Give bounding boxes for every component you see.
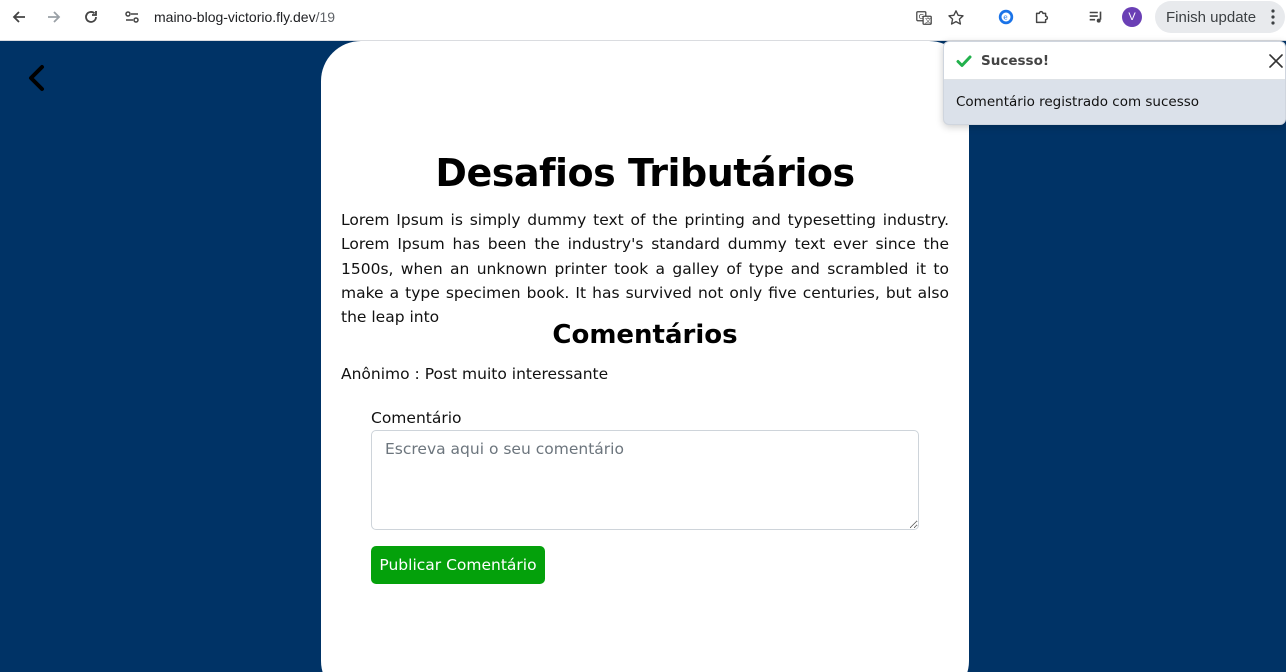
url-domain: maino-blog-victorio.fly.dev <box>154 9 316 25</box>
finish-update-label: Finish update <box>1166 8 1257 26</box>
menu-dots-icon <box>1271 9 1275 25</box>
comment-textarea[interactable] <box>371 430 919 530</box>
translate-icon[interactable]: G文 <box>914 8 934 28</box>
publish-comment-button[interactable]: Publicar Comentário <box>371 546 545 584</box>
close-icon[interactable] <box>1267 52 1285 70</box>
comment-item: Anônimo : Post muito interessante <box>341 365 609 383</box>
address-bar[interactable]: maino-blog-victorio.fly.dev/19 G文 <box>114 2 980 32</box>
toast-title: Sucesso! <box>981 53 1049 69</box>
success-toast: Sucesso! Comentário registrado com suces… <box>943 41 1286 125</box>
toast-header: Sucesso! <box>944 42 1285 80</box>
finish-update-button[interactable]: Finish update <box>1155 1 1285 33</box>
toast-message: Comentário registrado com sucesso <box>956 94 1200 110</box>
svg-text:文: 文 <box>925 16 932 25</box>
page-background: Desafios Tributários Lorem Ipsum is simp… <box>0 41 1286 672</box>
comment-field-label: Comentário <box>371 409 462 427</box>
chevron-left-icon[interactable] <box>24 63 50 93</box>
bookmark-star-icon[interactable] <box>946 8 966 28</box>
url-text: maino-blog-victorio.fly.dev/19 <box>154 9 335 25</box>
site-settings-icon[interactable] <box>124 9 140 25</box>
post-card: Desafios Tributários Lorem Ipsum is simp… <box>321 41 969 672</box>
puzzle-icon[interactable] <box>1030 5 1054 29</box>
svg-text:e: e <box>1003 13 1008 22</box>
avatar[interactable]: V <box>1122 7 1142 27</box>
reload-icon[interactable] <box>76 6 106 28</box>
browser-toolbar: maino-blog-victorio.fly.dev/19 G文 e V Fi… <box>0 0 1286 41</box>
media-icon[interactable] <box>1084 5 1108 29</box>
post-title: Desafios Tributários <box>435 151 855 195</box>
comments-heading: Comentários <box>552 320 738 350</box>
extension-icon[interactable]: e <box>994 5 1018 29</box>
post-body: Lorem Ipsum is simply dummy text of the … <box>341 211 949 327</box>
check-icon <box>956 53 972 69</box>
back-icon[interactable] <box>4 6 34 28</box>
forward-icon[interactable] <box>39 6 69 28</box>
url-path: /19 <box>315 9 336 25</box>
